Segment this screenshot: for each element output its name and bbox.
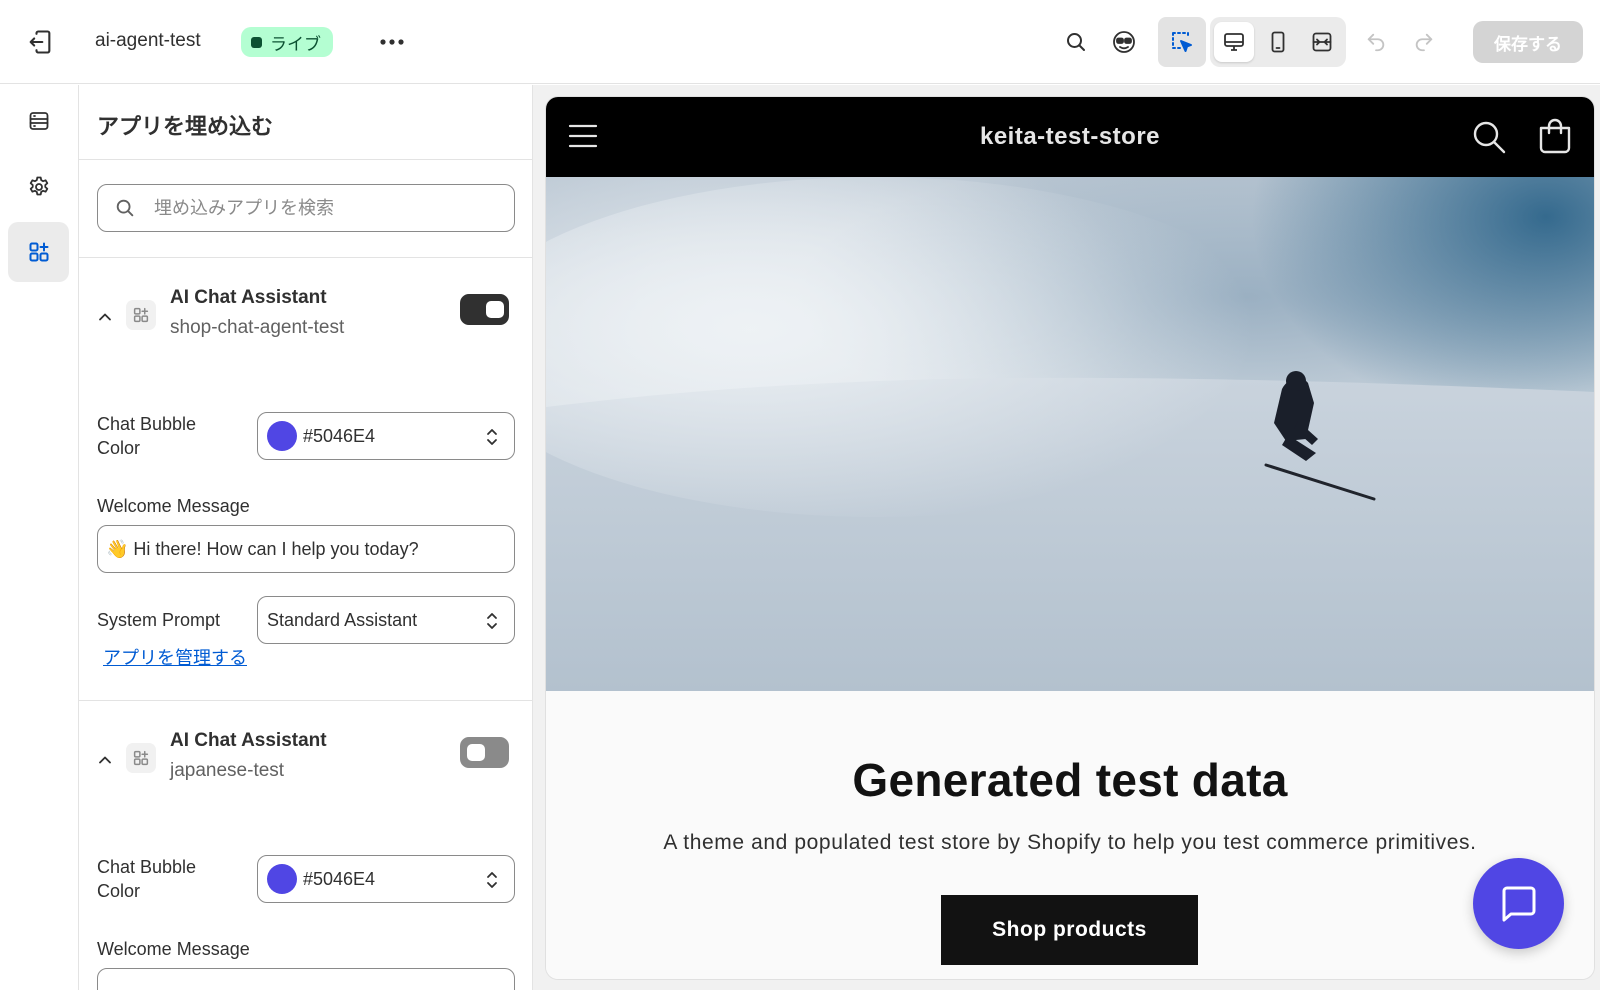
app-name: AI Chat Assistant — [170, 287, 327, 308]
theme-name: ai-agent-test — [95, 30, 201, 51]
viewport-switcher — [1210, 17, 1346, 67]
hero-image — [546, 177, 1594, 691]
toggle-knob — [486, 301, 504, 318]
search-icon — [1067, 33, 1085, 51]
chat-icon — [1502, 886, 1535, 921]
color-swatch — [267, 864, 297, 894]
theme-settings-nav-button[interactable] — [8, 157, 69, 217]
store-search-icon[interactable] — [1471, 119, 1507, 155]
chat-bubble-button[interactable] — [1473, 858, 1564, 949]
inspector-icon — [1172, 32, 1192, 52]
desktop-icon — [1224, 33, 1244, 51]
inspector-toggle[interactable] — [1158, 17, 1206, 67]
chat-bubble-color-picker[interactable]: #5046E4 — [257, 412, 515, 460]
mobile-view-button[interactable] — [1258, 22, 1298, 62]
chat-bubble-color-picker[interactable]: #5046E4 — [257, 855, 515, 903]
app-embed-block: AI Chat Assistant japanese-test Chat Bub… — [79, 701, 532, 990]
select-arrows-icon — [487, 429, 497, 445]
app-handle: japanese-test — [170, 760, 285, 781]
search-button[interactable] — [1056, 22, 1096, 62]
hero-subtitle: A theme and populated test store by Shop… — [663, 831, 1477, 854]
app-embeds-panel: アプリを埋め込む AI Chat Assistant shop-chat-age… — [79, 85, 533, 990]
welcome-message-label: Welcome Message — [97, 496, 250, 516]
redo-icon — [1415, 33, 1433, 52]
collapse-button[interactable] — [94, 749, 116, 771]
app-block-icon — [126, 743, 156, 773]
top-bar: ai-agent-test ライブ 保存する — [0, 0, 1600, 84]
app-enable-toggle[interactable] — [460, 294, 509, 325]
chat-bubble-color-label: Chat Bubble Color — [97, 414, 197, 458]
exit-button[interactable] — [22, 24, 58, 60]
chevron-up-icon — [99, 756, 111, 764]
app-embed-icon — [29, 242, 48, 262]
chevron-up-icon — [99, 313, 111, 321]
mobile-icon — [1271, 31, 1285, 53]
more-actions-button[interactable] — [374, 26, 410, 58]
cart-icon[interactable] — [1537, 117, 1573, 155]
system-prompt-value: Standard Assistant — [267, 609, 418, 630]
color-value: #5046E4 — [303, 425, 376, 446]
embed-search[interactable] — [97, 184, 515, 232]
app-name: AI Chat Assistant — [170, 730, 327, 751]
sections-nav-button[interactable] — [8, 91, 69, 151]
full-width-icon — [1312, 32, 1332, 52]
ellipsis-icon — [380, 39, 404, 45]
embed-search-input[interactable] — [154, 197, 484, 219]
redo-button[interactable] — [1404, 22, 1444, 62]
store-name[interactable]: keita-test-store — [546, 97, 1594, 177]
gear-icon — [29, 176, 48, 196]
live-badge: ライブ — [241, 27, 333, 57]
exit-icon — [29, 30, 51, 54]
select-arrows-icon — [487, 613, 497, 629]
panel-title: アプリを埋め込む — [97, 114, 274, 139]
live-badge-label: ライブ — [270, 34, 321, 54]
store-header: keita-test-store — [546, 97, 1594, 177]
shop-products-button[interactable]: Shop products — [941, 895, 1198, 965]
divider — [79, 159, 532, 160]
sidekick-button[interactable] — [1104, 22, 1144, 62]
color-swatch — [267, 421, 297, 451]
hero-title: Generated test data — [852, 754, 1288, 806]
system-prompt-select[interactable]: Standard Assistant — [257, 596, 515, 644]
live-dot-icon — [251, 36, 262, 48]
sidekick-icon — [1113, 31, 1135, 53]
system-prompt-label: System Prompt — [97, 610, 221, 630]
full-width-view-button[interactable] — [1302, 22, 1342, 62]
left-rail — [0, 85, 79, 990]
manage-app-link[interactable]: アプリを管理する — [103, 644, 247, 670]
save-button[interactable]: 保存する — [1473, 21, 1583, 63]
chat-bubble-color-label: Chat Bubble Color — [97, 857, 197, 901]
undo-icon — [1367, 33, 1385, 52]
welcome-message-input[interactable] — [97, 968, 515, 990]
app-enable-toggle[interactable] — [460, 737, 509, 768]
search-icon — [112, 195, 138, 221]
welcome-message-label: Welcome Message — [97, 939, 250, 959]
app-embeds-nav-button[interactable] — [8, 222, 69, 282]
welcome-message-input[interactable]: 👋 Hi there! How can I help you today? — [97, 525, 515, 573]
collapse-button[interactable] — [94, 306, 116, 328]
app-embed-block: AI Chat Assistant shop-chat-agent-test C… — [79, 258, 532, 700]
desktop-view-button[interactable] — [1214, 22, 1254, 62]
store-preview-frame: keita-test-store Generated test data A t… — [546, 97, 1594, 979]
app-handle: shop-chat-agent-test — [170, 317, 345, 338]
undo-button[interactable] — [1356, 22, 1396, 62]
select-arrows-icon — [487, 872, 497, 888]
app-block-icon — [126, 300, 156, 330]
color-value: #5046E4 — [303, 868, 376, 889]
toggle-knob — [467, 744, 485, 761]
sections-icon — [29, 112, 48, 130]
hero-banner-text: Generated test data A theme and populate… — [546, 691, 1594, 979]
